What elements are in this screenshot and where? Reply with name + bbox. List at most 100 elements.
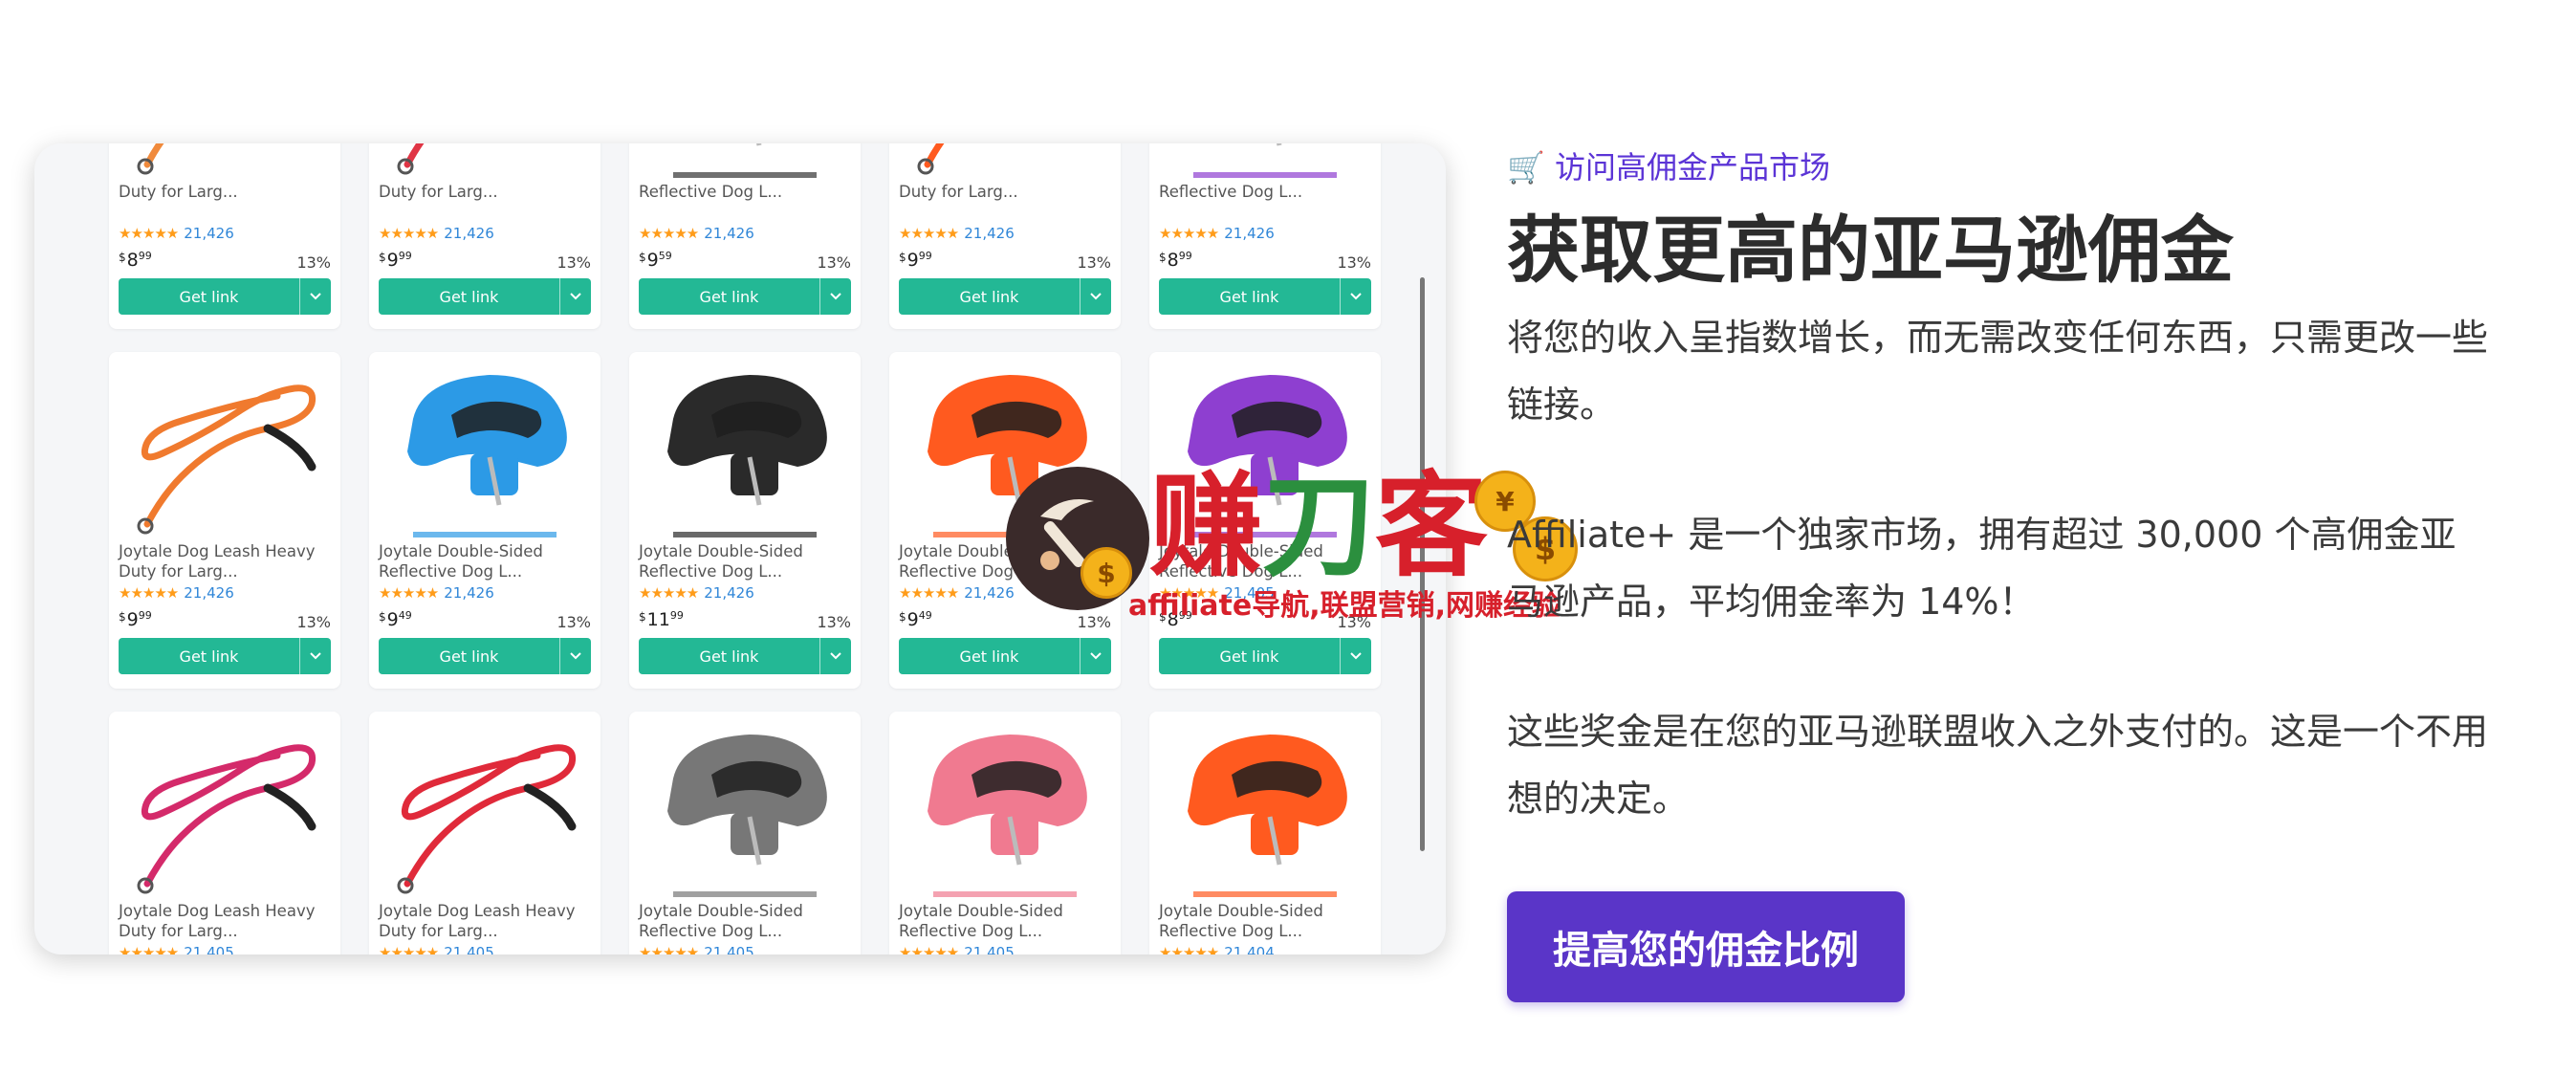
get-link-button[interactable]: Get link [899, 278, 1111, 315]
chevron-down-icon[interactable] [819, 638, 851, 674]
get-link-button[interactable]: Get link [379, 278, 591, 315]
product-name[interactable]: Duty for Larg... [119, 182, 335, 202]
product-name[interactable]: Joytale Double-Sided Reflective Dog L... [1159, 901, 1375, 941]
get-link-button[interactable]: Get link [639, 638, 851, 674]
get-link-button[interactable]: Get link [379, 638, 591, 674]
product-image [397, 143, 425, 175]
product-name[interactable]: Joytale Double-Sided Reflective Dog L... [379, 541, 595, 581]
price-main: 9 [386, 250, 399, 271]
product-rating: ★★★★★ 21,426 [1159, 225, 1275, 242]
product-name-line: Duty for Larg... [119, 922, 238, 940]
product-price: $1199 [639, 609, 684, 630]
product-card: Joytale Double-Sided Reflective Dog L...… [889, 712, 1121, 954]
currency-symbol: $ [379, 610, 386, 624]
product-name-line: Joytale Double-Sided [639, 542, 803, 560]
coin-icon: $ [1081, 547, 1132, 599]
product-name-line: Duty for Larg... [899, 183, 1018, 201]
product-image [673, 143, 817, 178]
increase-commission-button[interactable]: 提高您的佣金比例 [1507, 891, 1905, 1002]
product-card: Joytale Dog Leash Heavy Duty for Larg...… [369, 712, 600, 954]
rating-count[interactable]: 21,405 [704, 944, 754, 954]
chevron-down-icon[interactable] [1340, 278, 1371, 315]
product-name-line: Reflective Dog L... [639, 922, 783, 940]
marketplace-link[interactable]: 🛒 访问高佣金产品市场 [1507, 143, 1830, 187]
rating-count[interactable]: 21,426 [964, 225, 1015, 242]
chevron-down-icon[interactable] [1340, 638, 1371, 674]
chevron-down-icon[interactable] [819, 278, 851, 315]
commission-rate: 13% [557, 613, 591, 631]
price-cents: 99 [669, 609, 684, 622]
product-image [1188, 735, 1347, 897]
rating-count[interactable]: 21,426 [1224, 225, 1275, 242]
rating-count[interactable]: 21,426 [444, 225, 494, 242]
star-rating-icon: ★★★★★ [1159, 225, 1219, 242]
get-link-button[interactable]: Get link [1159, 278, 1371, 315]
rating-count[interactable]: 21,426 [704, 225, 754, 242]
currency-symbol: $ [379, 251, 386, 264]
price-cents: 99 [1178, 250, 1192, 262]
currency-symbol: $ [119, 610, 126, 624]
product-image [137, 143, 164, 175]
rating-count[interactable]: 21,405 [184, 944, 234, 954]
product-name-line: Reflective Dog L... [639, 562, 783, 581]
get-link-button[interactable]: Get link [1159, 638, 1371, 674]
price-main: 8 [1167, 250, 1179, 271]
price-main: 9 [906, 609, 919, 630]
rating-count[interactable]: 21,426 [184, 225, 234, 242]
product-name[interactable]: Joytale Double-Sided Reflective Dog L... [639, 901, 855, 941]
product-name-line: Joytale Double-Sided [899, 902, 1063, 920]
bonus-paragraph: 这些奖金是在您的亚马逊联盟收入之外支付的。这是一个不用想的决定。 [1507, 711, 2489, 820]
rating-count[interactable]: 21,426 [704, 584, 754, 602]
chevron-down-icon[interactable] [559, 638, 591, 674]
get-link-button[interactable]: Get link [119, 278, 331, 315]
get-link-button[interactable]: Get link [639, 278, 851, 315]
product-card: Joytale Dog Leash Heavy Duty for Larg...… [109, 352, 340, 689]
star-rating-icon: ★★★★★ [379, 225, 439, 242]
product-card: Duty for Larg... ★★★★★ 21,426 $899 13% Ge… [109, 143, 340, 329]
product-name[interactable]: Duty for Larg... [379, 182, 595, 202]
product-name[interactable]: Joytale Double-Sided Reflective Dog L... [639, 541, 855, 581]
product-price: $899 [119, 250, 152, 271]
rating-count[interactable]: 21,426 [444, 584, 494, 602]
product-name[interactable]: Reflective Dog L... [639, 182, 855, 202]
product-image [137, 744, 317, 894]
price-main: 9 [126, 609, 139, 630]
get-link-button[interactable]: Get link [119, 638, 331, 674]
product-image [917, 143, 945, 175]
chevron-down-icon[interactable] [1080, 278, 1111, 315]
chevron-down-icon[interactable] [299, 638, 331, 674]
product-name-line: Joytale Double-Sided [379, 542, 543, 560]
currency-symbol: $ [1159, 251, 1167, 264]
rating-count[interactable]: 21,404 [1224, 944, 1275, 954]
chevron-down-icon[interactable] [559, 278, 591, 315]
price-main: 8 [126, 250, 139, 271]
get-link-label: Get link [439, 287, 499, 306]
product-name-line: Joytale Double-Sided [1159, 902, 1323, 920]
watermark-char-1: 赚 [1149, 459, 1263, 592]
get-link-label: Get link [959, 287, 1019, 306]
product-rating: ★★★★★ 21,405 [639, 944, 754, 954]
commission-rate: 13% [1077, 253, 1111, 272]
product-price: $999 [379, 250, 412, 271]
product-name[interactable]: Joytale Dog Leash Heavy Duty for Larg... [119, 901, 335, 941]
product-name[interactable]: Joytale Double-Sided Reflective Dog L... [899, 901, 1115, 941]
product-name[interactable]: Reflective Dog L... [1159, 182, 1375, 202]
get-link-label: Get link [179, 647, 239, 666]
chevron-down-icon[interactable] [299, 278, 331, 315]
product-name[interactable]: Joytale Dog Leash Heavy Duty for Larg... [379, 901, 595, 941]
get-link-label: Get link [1219, 647, 1279, 666]
rating-count[interactable]: 21,405 [444, 944, 494, 954]
product-name-line: Joytale Dog Leash Heavy [379, 902, 576, 920]
product-rating: ★★★★★ 21,426 [899, 225, 1015, 242]
rating-count[interactable]: 21,405 [964, 944, 1015, 954]
product-rating: ★★★★★ 21,404 [1159, 944, 1275, 954]
product-name[interactable]: Joytale Dog Leash Heavy Duty for Larg... [119, 541, 335, 581]
product-card: Joytale Double-Sided Reflective Dog L...… [629, 712, 861, 954]
rating-count[interactable]: 21,426 [184, 584, 234, 602]
product-name-line: Duty for Larg... [119, 183, 238, 201]
product-name[interactable]: Duty for Larg... [899, 182, 1115, 202]
get-link-button[interactable]: Get link [899, 638, 1111, 674]
price-cents: 99 [918, 250, 932, 262]
star-rating-icon: ★★★★★ [119, 944, 179, 954]
chevron-down-icon[interactable] [1080, 638, 1111, 674]
